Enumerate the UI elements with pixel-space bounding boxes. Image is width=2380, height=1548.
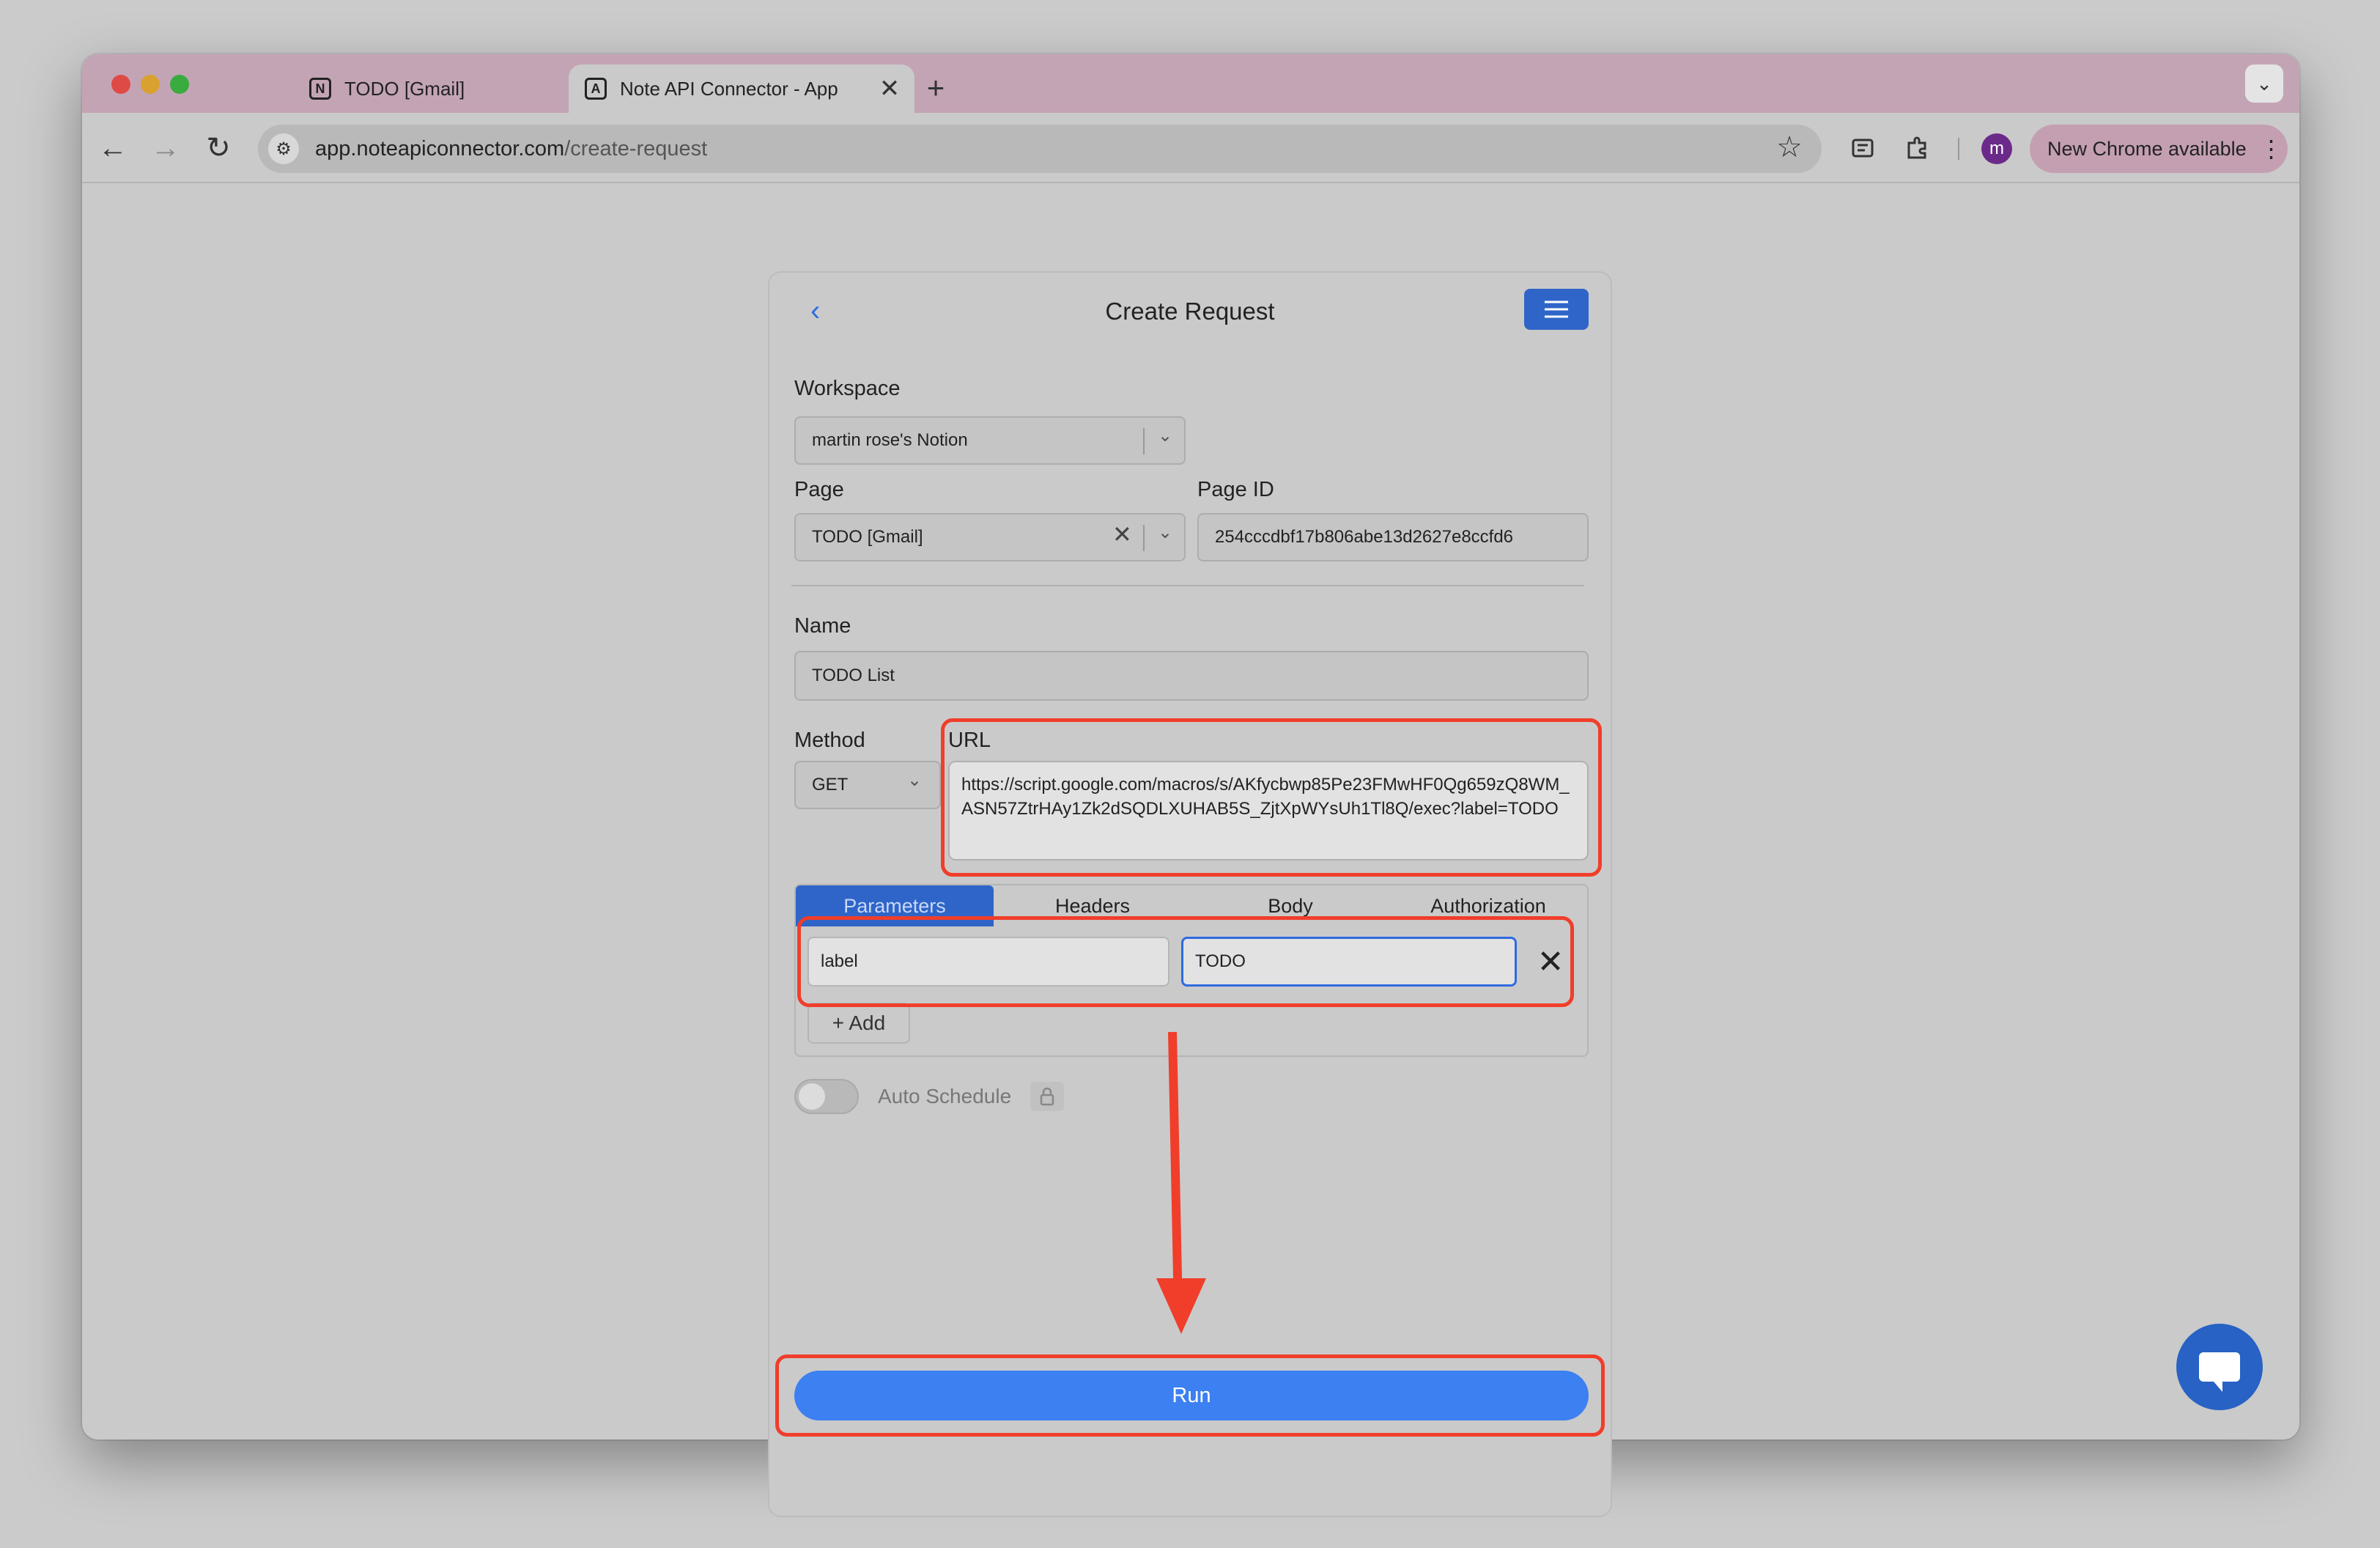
chat-button[interactable] (2176, 1324, 2263, 1410)
page-id-label: Page ID (1197, 478, 1274, 501)
section-divider (791, 585, 1584, 586)
chrome-update-button[interactable]: New Chrome available ⋮ (2030, 125, 2288, 173)
workspace-value: martin rose's Notion (812, 430, 968, 450)
hamburger-icon (1545, 301, 1568, 318)
tab-note-api-connector[interactable]: A Note API Connector - App ✕ (569, 64, 914, 113)
site-info-icon[interactable]: ⚙ (268, 133, 299, 164)
notion-icon: N (309, 78, 331, 100)
tab-bar: N TODO [Gmail] ✕ A Note API Connector - … (82, 54, 2299, 113)
chevron-down-icon[interactable]: ⌄ (1158, 522, 1172, 543)
reload-icon[interactable]: ↻ (196, 126, 240, 170)
new-tab-button[interactable]: + (917, 70, 954, 106)
params-highlight-box (797, 916, 1574, 1007)
method-select[interactable]: GET ⌄ (794, 761, 941, 809)
bookmark-star-icon[interactable]: ☆ (1776, 130, 1803, 164)
select-divider (1143, 428, 1145, 454)
page-title: Create Request (1105, 298, 1275, 325)
clear-icon[interactable]: ✕ (1112, 520, 1132, 548)
page-id-value: 254cccdbf17b806abe13d2627e8ccfd6 (1215, 527, 1514, 547)
auto-schedule-toggle[interactable] (794, 1079, 859, 1114)
annotation-arrow-head (1156, 1278, 1206, 1334)
name-input[interactable]: TODO List (794, 651, 1589, 701)
chevron-down-icon[interactable]: ⌄ (1158, 425, 1172, 446)
address-bar[interactable]: ⚙ app.noteapiconnector.com/create-reques… (258, 125, 1822, 173)
close-icon[interactable]: ✕ (875, 74, 904, 103)
chat-icon (2199, 1352, 2240, 1392)
select-divider (1143, 525, 1145, 551)
toolbar-divider (1958, 138, 1959, 160)
page-label: Page (794, 478, 844, 501)
workspace-select[interactable]: martin rose's Notion ⌄ (794, 416, 1186, 465)
url-text[interactable]: app.noteapiconnector.com/create-request (315, 137, 707, 161)
chevron-down-icon[interactable]: ⌄ (2245, 64, 2283, 103)
menu-button[interactable] (1524, 289, 1589, 330)
name-label: Name (794, 614, 851, 638)
forward-arrow-icon[interactable]: → (144, 126, 188, 170)
add-param-button[interactable]: + Add (808, 1003, 910, 1044)
toggle-knob (799, 1083, 825, 1110)
update-label: New Chrome available (2047, 137, 2247, 160)
kebab-menu-icon[interactable]: ⋮ (2260, 135, 2283, 163)
browser-toolbar: ← → ↻ ⚙ app.noteapiconnector.com/create-… (82, 113, 2299, 183)
extensions-icon[interactable] (1896, 128, 1937, 169)
page-id-field[interactable]: 254cccdbf17b806abe13d2627e8ccfd6 (1197, 513, 1589, 561)
url-host: app.noteapiconnector.com (315, 136, 565, 161)
page-value: TODO [Gmail] (812, 527, 923, 547)
back-arrow-icon[interactable]: ← (91, 126, 135, 170)
maximize-window-button[interactable] (170, 75, 189, 94)
page-select[interactable]: TODO [Gmail] ✕ ⌄ (794, 513, 1186, 561)
workspace-label: Workspace (794, 377, 901, 400)
chevron-down-icon[interactable]: ⌄ (907, 770, 922, 791)
url-path: /create-request (564, 136, 708, 161)
name-value: TODO List (812, 666, 895, 685)
lock-icon (1030, 1082, 1064, 1111)
method-value: GET (812, 775, 849, 795)
tab-title: TODO [Gmail] (344, 77, 465, 100)
auto-schedule-label: Auto Schedule (878, 1085, 1012, 1107)
tab-title: Note API Connector - App (620, 77, 838, 100)
method-label: Method (794, 729, 865, 752)
reading-mode-icon[interactable] (1842, 128, 1883, 169)
app-icon: A (585, 78, 607, 100)
run-highlight-box (775, 1354, 1605, 1437)
minimize-window-button[interactable] (141, 75, 160, 94)
close-window-button[interactable] (111, 75, 130, 94)
url-highlight-box (941, 718, 1602, 877)
profile-avatar[interactable]: m (1981, 133, 2012, 164)
